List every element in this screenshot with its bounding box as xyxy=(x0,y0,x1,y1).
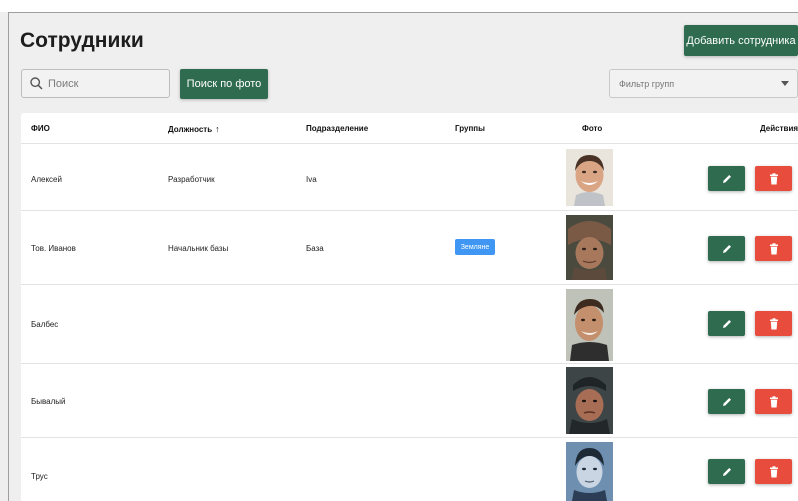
employee-photo xyxy=(566,149,613,206)
employee-position: Начальник базы xyxy=(168,244,229,253)
employee-name: Балбес xyxy=(31,320,59,329)
trash-icon xyxy=(769,465,778,477)
table-row: Тов. Иванов Начальник базы База Земляне xyxy=(21,212,798,285)
delete-employee-button[interactable] xyxy=(755,459,792,484)
page-title: Сотрудники xyxy=(20,29,144,52)
employee-name: Алексей xyxy=(31,175,62,184)
pencil-icon xyxy=(722,319,731,328)
employee-photo xyxy=(566,289,613,361)
pencil-icon xyxy=(722,244,731,253)
table-header: ФИО Должность ↑ Подразделение Группы Фото… xyxy=(21,113,798,144)
search-box[interactable] xyxy=(21,69,170,98)
employee-department: База xyxy=(306,244,324,253)
employee-name: Тов. Иванов xyxy=(31,244,76,253)
table-row: Трус xyxy=(21,439,798,501)
pencil-icon xyxy=(722,397,731,406)
column-header-name[interactable]: ФИО xyxy=(31,124,50,133)
column-header-photo: Фото xyxy=(582,124,603,133)
trash-icon xyxy=(769,172,778,184)
employee-department: Iva xyxy=(306,175,317,184)
table-row: Алексей Разработчик Iva xyxy=(21,145,798,211)
search-input[interactable] xyxy=(48,77,158,90)
window-top-edge xyxy=(0,0,798,12)
column-header-department[interactable]: Подразделение xyxy=(306,124,368,133)
trash-icon xyxy=(769,395,778,407)
group-badge[interactable]: Земляне xyxy=(455,239,495,255)
caret-down-icon xyxy=(781,81,789,86)
employee-name: Бывалый xyxy=(31,397,66,406)
magnifier-icon xyxy=(30,77,43,90)
employees-table: ФИО Должность ↑ Подразделение Группы Фото… xyxy=(21,113,798,501)
column-header-groups[interactable]: Группы xyxy=(455,124,485,133)
trash-icon xyxy=(769,317,778,329)
table-row: Бывалый xyxy=(21,365,798,438)
column-header-actions: Действия xyxy=(760,124,798,133)
group-filter-select[interactable]: Фильтр групп xyxy=(609,69,798,98)
employee-photo xyxy=(566,367,613,434)
table-row: Балбес xyxy=(21,286,798,364)
employee-photo xyxy=(566,215,613,280)
trash-icon xyxy=(769,242,778,254)
employee-photo xyxy=(566,442,613,501)
delete-employee-button[interactable] xyxy=(755,389,792,414)
edit-employee-button[interactable] xyxy=(708,311,745,336)
edit-employee-button[interactable] xyxy=(708,236,745,261)
edit-employee-button[interactable] xyxy=(708,389,745,414)
add-employee-button[interactable]: Добавить сотрудника xyxy=(684,25,798,56)
pencil-icon xyxy=(722,174,731,183)
pencil-icon xyxy=(722,467,731,476)
delete-employee-button[interactable] xyxy=(755,236,792,261)
edit-employee-button[interactable] xyxy=(708,459,745,484)
employee-position: Разработчик xyxy=(168,175,215,184)
edit-employee-button[interactable] xyxy=(708,166,745,191)
photo-search-button[interactable]: Поиск по фото xyxy=(180,69,268,99)
delete-employee-button[interactable] xyxy=(755,166,792,191)
sort-ascending-icon: ↑ xyxy=(215,124,220,134)
employee-name: Трус xyxy=(31,472,48,481)
group-filter-placeholder: Фильтр групп xyxy=(619,78,675,89)
column-header-position-label: Должность xyxy=(168,125,213,134)
column-header-position[interactable]: Должность ↑ xyxy=(168,124,220,134)
delete-employee-button[interactable] xyxy=(755,311,792,336)
